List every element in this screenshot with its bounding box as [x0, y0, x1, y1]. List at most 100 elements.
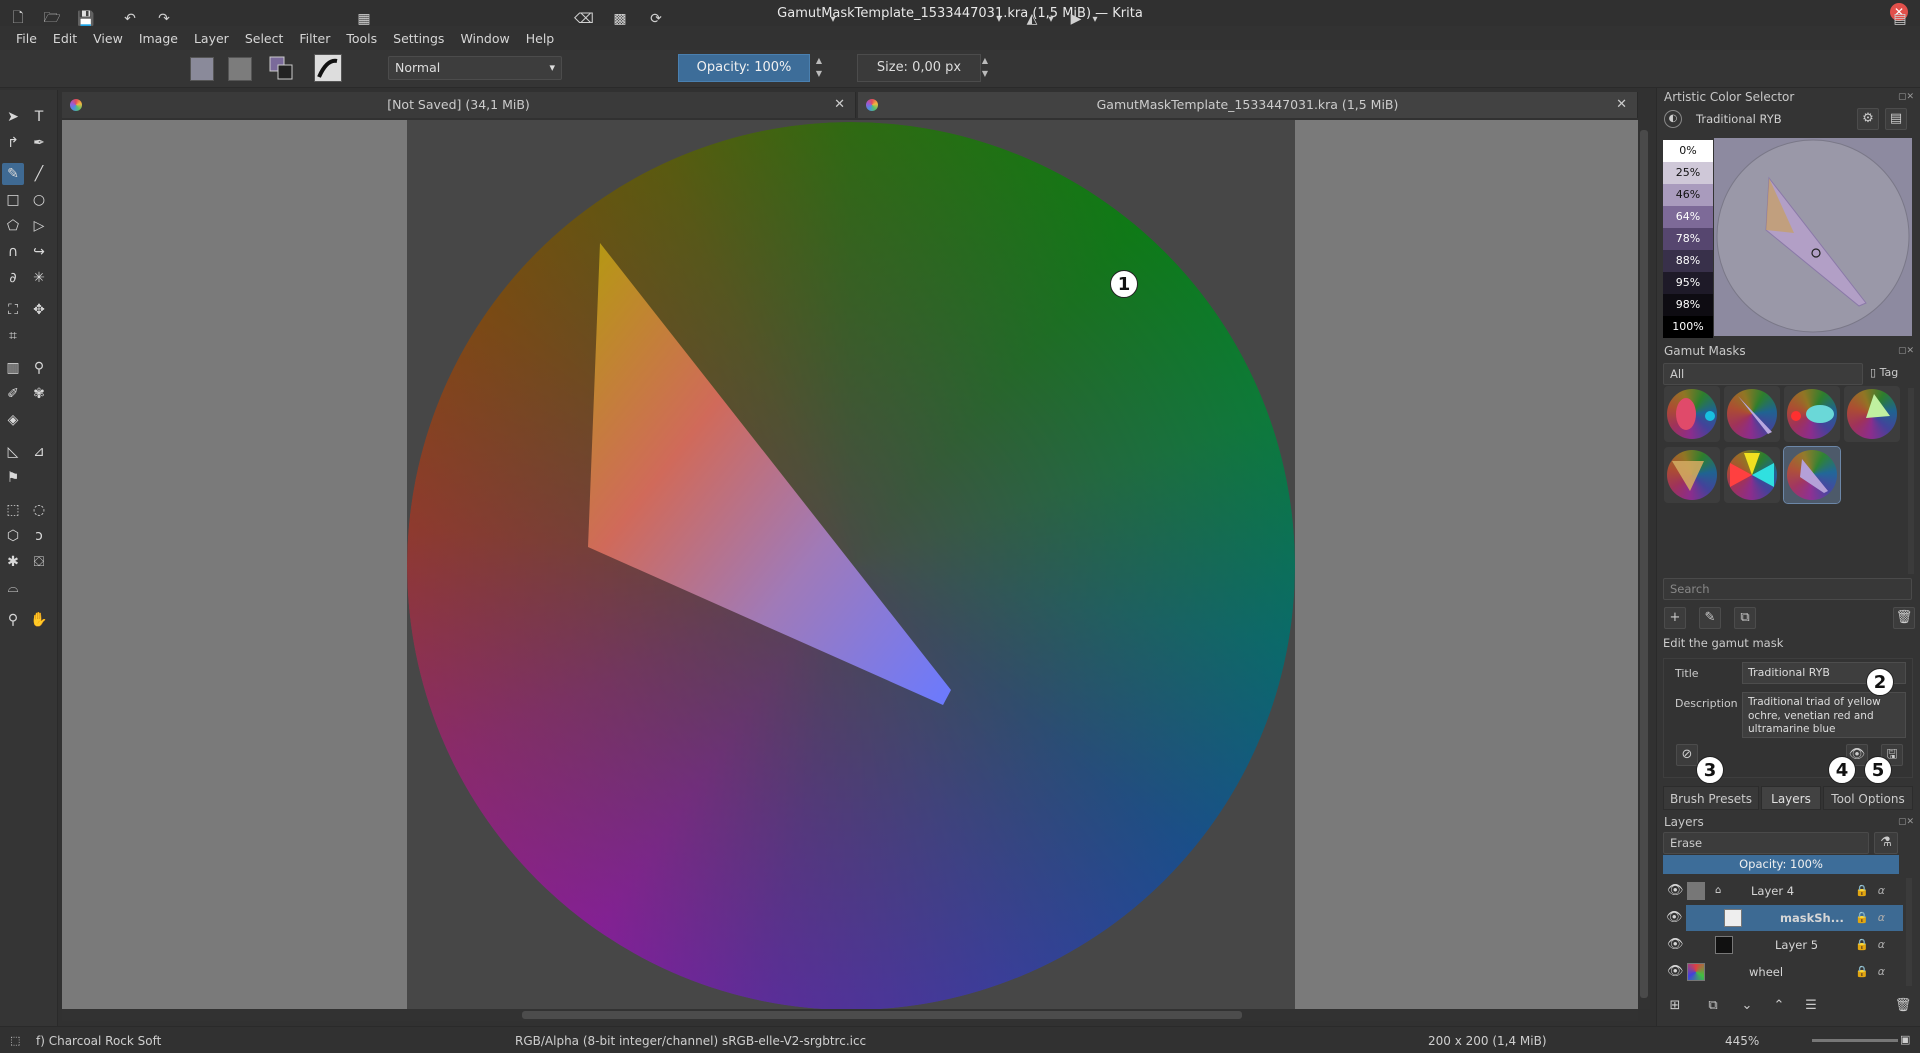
visibility-eye-icon[interactable]: 👁	[1667, 959, 1684, 985]
lock-icon[interactable]: 🔒	[1855, 905, 1869, 931]
move-tool-icon[interactable]: ✥	[28, 299, 50, 321]
document-tab-gamut-template[interactable]: GamutMaskTemplate_1533447031.kra (1,5 Mi…	[858, 92, 1638, 118]
document-canvas[interactable]	[407, 120, 1295, 1009]
mirror-h-dropdown-icon[interactable]: ▾	[1046, 9, 1056, 29]
selector-options-icon[interactable]: ▤	[1885, 108, 1907, 130]
freehand-select-tool-icon[interactable]: ↄ	[28, 525, 50, 547]
menu-layer[interactable]: Layer	[186, 31, 237, 46]
cancel-edit-icon[interactable]: ⊘	[1676, 744, 1698, 766]
alpha-lock-icon[interactable]: α	[1878, 905, 1885, 931]
alpha-lock-icon[interactable]: α	[1878, 959, 1885, 985]
gamut-mask-thumb[interactable]	[1664, 386, 1720, 442]
move-layer-up-icon[interactable]: ⌃	[1768, 996, 1790, 1018]
tab-layers[interactable]: Layers	[1761, 786, 1821, 810]
size-dropdown-icon[interactable]: ▾	[994, 9, 1004, 29]
value-step[interactable]: 88%	[1663, 250, 1713, 272]
layers-scrollbar[interactable]	[1906, 878, 1912, 986]
opacity-slider[interactable]: Opacity: 100%	[678, 54, 810, 82]
polygon-select-tool-icon[interactable]: ⬡	[2, 525, 24, 547]
alpha-lock-icon[interactable]: α	[1878, 932, 1885, 958]
fill-pattern-icon[interactable]	[228, 57, 252, 81]
crop-tool-icon[interactable]: ⌗	[2, 325, 24, 347]
calligraphy-tool-icon[interactable]: ✒	[28, 132, 50, 154]
layer-row[interactable]: 👁 ⌂ Layer 4 🔒 α	[1663, 878, 1903, 904]
freehand-path-tool-icon[interactable]: ↪	[28, 241, 50, 263]
menu-help[interactable]: Help	[518, 31, 563, 46]
open-document-icon[interactable]: 🗁	[40, 9, 64, 29]
gamut-mask-thumb[interactable]	[1724, 447, 1780, 503]
menu-file[interactable]: File	[8, 31, 45, 46]
zoom-level[interactable]: 445%	[1725, 1034, 1759, 1048]
visibility-eye-icon[interactable]: 👁	[1667, 878, 1684, 904]
line-tool-icon[interactable]: ╱	[28, 163, 50, 185]
close-tab-icon[interactable]: ✕	[834, 92, 845, 118]
reload-preset-icon[interactable]: ⟳	[644, 9, 668, 29]
menu-window[interactable]: Window	[452, 31, 517, 46]
delete-layer-icon[interactable]: 🗑	[1892, 996, 1914, 1018]
brush-preset-icon[interactable]	[314, 54, 342, 82]
gamut-mask-thumb[interactable]	[1724, 386, 1780, 442]
smart-patch-tool-icon[interactable]: ✐	[2, 383, 24, 405]
value-step[interactable]: 100%	[1663, 316, 1713, 338]
freehand-brush-tool-icon[interactable]: ✎	[2, 163, 24, 185]
value-step[interactable]: 78%	[1663, 228, 1713, 250]
ellipse-select-tool-icon[interactable]: ◌	[28, 499, 50, 521]
eraser-mode-icon[interactable]: ⌫	[572, 9, 596, 29]
transform-tool-icon[interactable]: ⛶	[2, 299, 24, 321]
fg-bg-color-icon[interactable]	[268, 55, 294, 81]
selection-mode-icon[interactable]: ⬚	[10, 1034, 20, 1047]
gamut-mask-thumb[interactable]	[1664, 447, 1720, 503]
mirror-horizontal-icon[interactable]: ◭	[1020, 9, 1044, 29]
value-step[interactable]: 64%	[1663, 206, 1713, 228]
canvas-only-icon[interactable]: ▣	[1900, 1033, 1910, 1046]
preserve-alpha-icon[interactable]: ▩	[608, 9, 632, 29]
gradient-tool-icon[interactable]: ▥	[2, 357, 24, 379]
text-tool-icon[interactable]: T	[28, 106, 50, 128]
polyline-tool-icon[interactable]: ▷	[28, 215, 50, 237]
visibility-eye-icon[interactable]: 👁	[1667, 932, 1684, 958]
tag-button[interactable]: ▯ Tag	[1870, 366, 1898, 379]
opacity-dropdown-icon[interactable]: ▾	[828, 9, 838, 29]
menu-edit[interactable]: Edit	[45, 31, 85, 46]
vertical-scrollbar[interactable]	[1638, 120, 1650, 1009]
add-mask-icon[interactable]: +	[1664, 607, 1686, 629]
gamut-mask-thumb[interactable]	[1844, 386, 1900, 442]
colorize-mask-tool-icon[interactable]: ✾	[28, 383, 50, 405]
dock-float-close-icon[interactable]: ▢✕	[1898, 92, 1914, 102]
value-step[interactable]: 98%	[1663, 294, 1713, 316]
layer-row-selected[interactable]: 👁 maskSh... 🔒 α	[1666, 905, 1903, 931]
menu-settings[interactable]: Settings	[385, 31, 452, 46]
new-document-icon[interactable]: 🗋	[6, 9, 30, 29]
reference-tool-icon[interactable]: ⚑	[2, 467, 24, 489]
size-spin-icon[interactable]: ▲ ▼	[980, 54, 990, 82]
menu-select[interactable]: Select	[237, 31, 292, 46]
edit-mask-icon[interactable]: ✎	[1699, 607, 1721, 629]
mirror-vertical-icon[interactable]: ▶	[1064, 9, 1088, 29]
polygon-tool-icon[interactable]: ⬠	[2, 215, 24, 237]
undo-icon[interactable]: ↶	[118, 9, 142, 29]
pan-tool-icon[interactable]: ✋	[28, 609, 50, 631]
color-picker-tool-icon[interactable]: ⚲	[28, 357, 50, 379]
wheel-settings-icon[interactable]: ⚙	[1857, 108, 1879, 130]
layer-opacity-slider[interactable]: Opacity: 100%	[1663, 855, 1899, 874]
gamut-mask-thumb[interactable]	[1784, 386, 1840, 442]
redo-icon[interactable]: ↷	[152, 9, 176, 29]
layer-blend-mode-select[interactable]: Erase	[1663, 832, 1869, 854]
fill-gradient-icon[interactable]	[190, 57, 214, 81]
value-step[interactable]: 0%	[1663, 140, 1713, 162]
value-step[interactable]: 25%	[1663, 162, 1713, 184]
assistant-tool-icon[interactable]: ⊿	[28, 441, 50, 463]
mask-active-icon[interactable]: ◐	[1664, 110, 1682, 128]
measure-tool-icon[interactable]: ◺	[2, 441, 24, 463]
artistic-color-wheel[interactable]	[1714, 138, 1912, 336]
value-step[interactable]: 46%	[1663, 184, 1713, 206]
lock-icon[interactable]: 🔒	[1855, 932, 1869, 958]
zoom-slider[interactable]	[1812, 1039, 1898, 1042]
close-tab-icon[interactable]: ✕	[1616, 92, 1627, 118]
duplicate-layer-icon[interactable]: ⧉	[1702, 996, 1724, 1018]
value-step[interactable]: 95%	[1663, 272, 1713, 294]
alpha-lock-icon[interactable]: α	[1878, 878, 1885, 904]
ellipse-tool-icon[interactable]: ○	[28, 189, 50, 211]
menu-view[interactable]: View	[85, 31, 131, 46]
rectangle-tool-icon[interactable]: □	[2, 189, 24, 211]
